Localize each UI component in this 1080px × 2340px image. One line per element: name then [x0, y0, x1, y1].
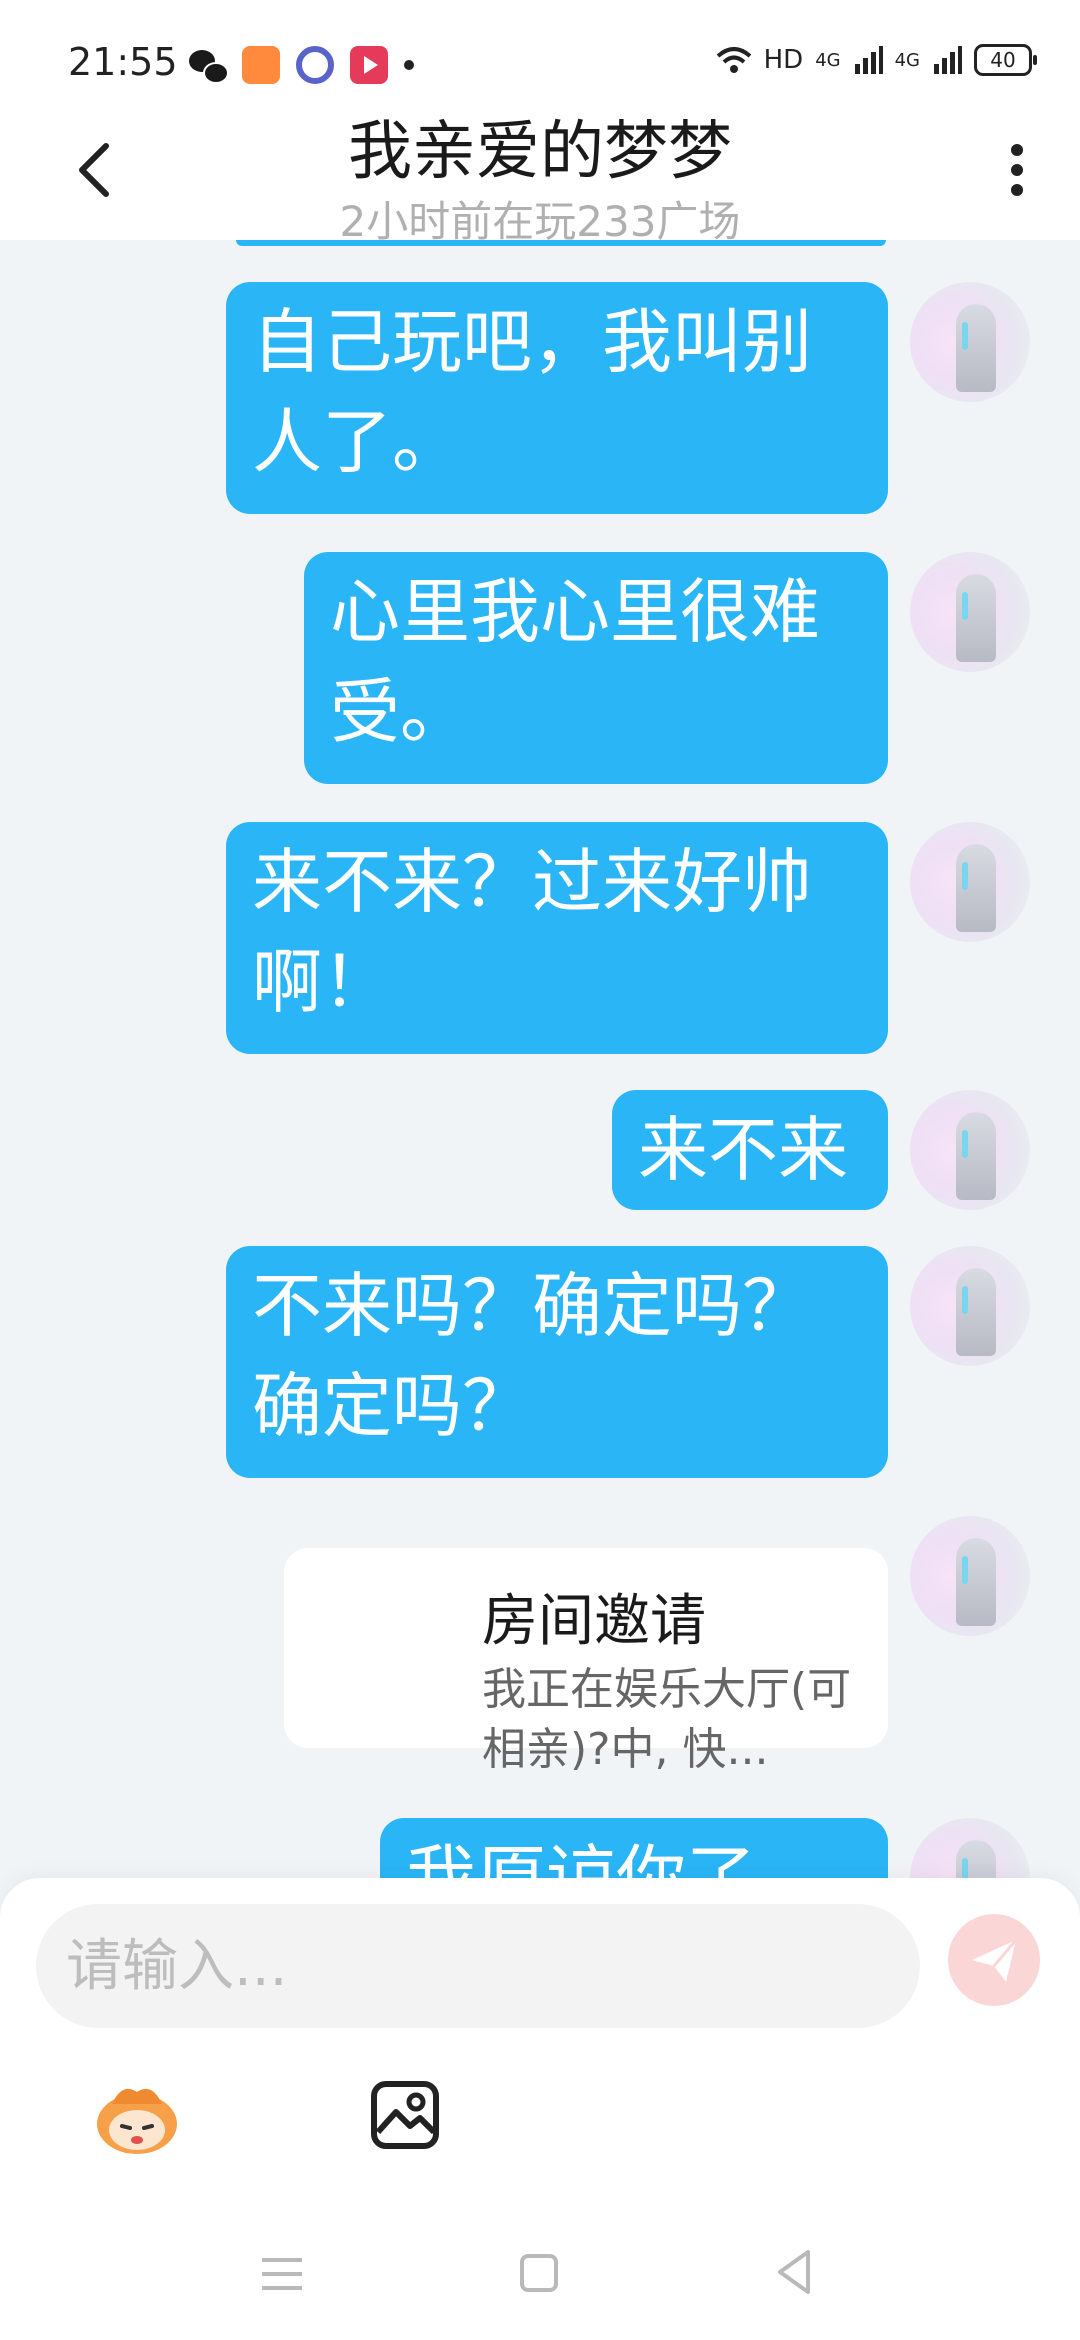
chat-header: 我亲爱的梦梦 2小时前在玩233广场 [0, 100, 1080, 246]
avatar[interactable] [910, 1818, 1030, 1880]
message-bubble[interactable]: 心里我心里很难受。 [304, 552, 888, 784]
status-time: 21:55 [68, 40, 178, 84]
message-bubble[interactable]: 来不来？过来好帅啊！ [226, 822, 888, 1054]
contact-name: 我亲爱的梦梦 [348, 115, 732, 189]
emoji-icon[interactable] [92, 2078, 182, 2158]
status-indicators: HD 4G 4G 40 [716, 44, 1037, 76]
room-invite-card[interactable]: 房间邀请 我正在娱乐大厅(可相亲)?中, 快... [284, 1548, 888, 1775]
browser-app-icon [296, 46, 334, 84]
more-notifications-dot [404, 60, 414, 70]
send-icon [972, 1939, 1018, 1982]
signal-label-1: 4G [815, 49, 841, 71]
battery-indicator: 40 [974, 44, 1037, 76]
message-bubble[interactable]: 不来吗？确定吗？确定吗？ [226, 1246, 888, 1478]
signal-label-2: 4G [894, 49, 920, 71]
avatar[interactable] [910, 1246, 1030, 1366]
message-input[interactable] [36, 1904, 920, 2028]
more-icon[interactable] [1002, 140, 1032, 200]
avatar[interactable] [910, 822, 1030, 942]
contact-status: 2小时前在玩233广场 [339, 197, 741, 246]
nav-home-icon[interactable] [520, 2254, 558, 2292]
invite-title: 房间邀请 [482, 1589, 706, 1654]
message-bubble[interactable]: 来不来 [612, 1090, 888, 1210]
avatar[interactable] [910, 1090, 1030, 1210]
nav-menu-icon[interactable] [262, 2256, 302, 2292]
wifi-icon [716, 47, 751, 73]
signal-icon-2 [934, 46, 962, 74]
image-icon[interactable] [370, 2080, 440, 2150]
message-bubble[interactable]: 我原谅你了。 [380, 1818, 888, 1880]
video-app-icon [350, 46, 388, 84]
send-button[interactable] [948, 1914, 1040, 2006]
reader-app-icon [242, 46, 280, 84]
message-bubble[interactable]: 自己玩吧，我叫别人了。 [226, 282, 888, 514]
wechat-icon [188, 46, 229, 84]
notification-icons [188, 46, 414, 84]
avatar[interactable] [910, 282, 1030, 402]
signal-icon [854, 46, 883, 74]
invite-description: 我正在娱乐大厅(可相亲)?中, 快... [482, 1664, 852, 1775]
message-list[interactable]: 自己玩吧，我叫别人了。 心里我心里很难受。 来不来？过来好帅啊！ 来不来 不来吗… [0, 240, 1080, 1880]
avatar[interactable] [910, 1516, 1030, 1636]
avatar[interactable] [910, 552, 1030, 672]
network-label: HD [763, 45, 804, 75]
nav-back-icon[interactable] [774, 2248, 814, 2296]
